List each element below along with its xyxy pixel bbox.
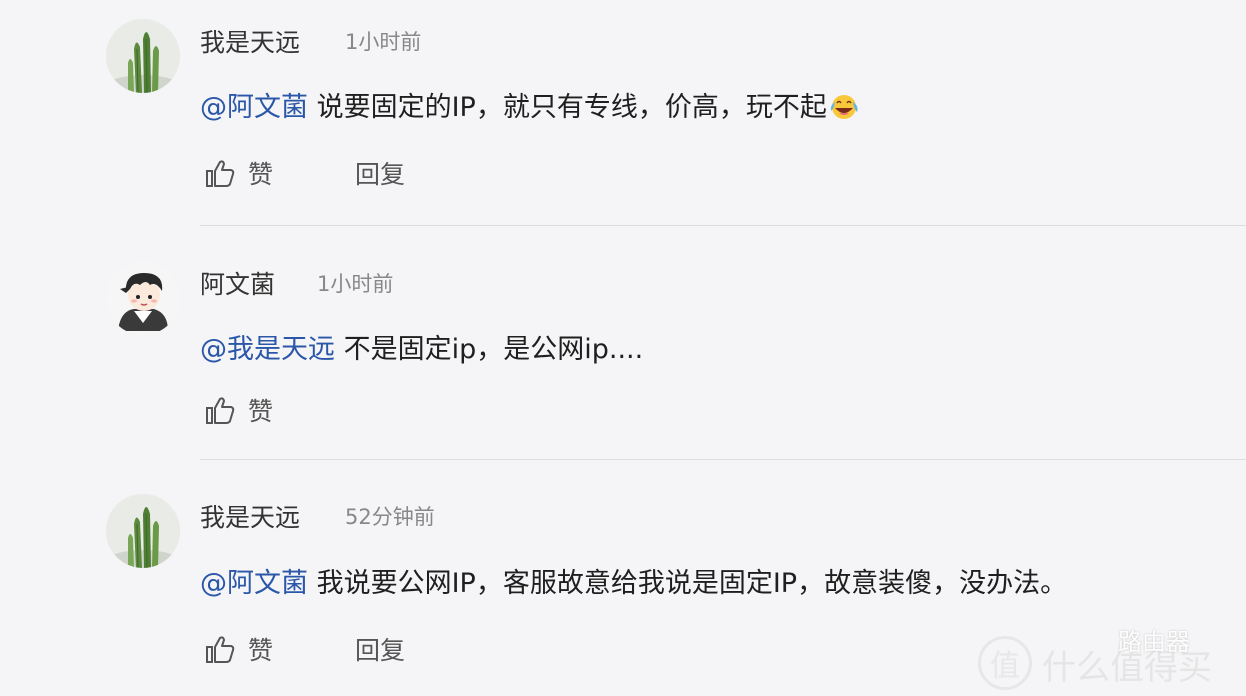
like-label: 赞 <box>248 160 274 189</box>
like-button[interactable]: 赞 <box>204 631 273 667</box>
divider <box>200 459 1246 460</box>
avatar[interactable] <box>106 261 180 335</box>
comment-content: 不是固定ip，是公网ip.... <box>343 334 644 365</box>
like-label: 赞 <box>248 397 274 426</box>
comment-actions: 赞 回复 <box>204 156 405 190</box>
comment-text: @我是天远 不是固定ip，是公网ip.... <box>200 327 643 366</box>
username[interactable]: 我是天远 <box>200 23 300 59</box>
comment-time: 52分钟前 <box>345 505 435 529</box>
comment-text: @阿文菌 我说要公网IP，客服故意给我说是固定IP，故意装傻，没办法。 <box>200 561 1067 600</box>
like-button[interactable]: 赞 <box>204 392 273 428</box>
avatar[interactable] <box>106 19 180 93</box>
mention-link[interactable]: @阿文菌 <box>200 568 308 599</box>
reply-button[interactable]: 回复 <box>355 155 405 191</box>
divider <box>200 225 1246 226</box>
like-button[interactable]: 赞 <box>204 155 273 191</box>
mention-link[interactable]: @阿文菌 <box>200 92 308 123</box>
cactus-avatar-icon <box>106 494 180 568</box>
watermark: 值 什么值得买 路由器 <box>978 626 1238 696</box>
watermark-sub: 路由器 <box>1118 628 1190 656</box>
comment-actions: 赞 <box>204 393 273 427</box>
comment-time: 1小时前 <box>345 30 422 54</box>
comment-text: @阿文菌 说要固定的IP，就只有专线，价高，玩不起 <box>200 85 861 127</box>
cactus-avatar-icon <box>106 19 180 93</box>
thumbs-up-icon <box>206 636 235 663</box>
comment-time: 1小时前 <box>317 272 394 296</box>
comment-content: 我说要公网IP，客服故意给我说是固定IP，故意装傻，没办法。 <box>316 568 1068 599</box>
reply-button[interactable]: 回复 <box>355 631 405 667</box>
comment-content: 说要固定的IP，就只有专线，价高，玩不起 <box>316 92 827 123</box>
mention-link[interactable]: @我是天远 <box>200 334 335 365</box>
watermark-badge-icon: 值 <box>978 636 1032 690</box>
username[interactable]: 我是天远 <box>200 498 300 534</box>
thumbs-up-icon <box>206 397 235 424</box>
username[interactable]: 阿文菌 <box>200 265 275 301</box>
thumbs-up-icon <box>206 160 235 187</box>
comment-actions: 赞 回复 <box>204 632 405 666</box>
laughing-crying-emoji-icon <box>829 92 861 127</box>
like-label: 赞 <box>248 636 274 665</box>
cartoon-boy-avatar-icon <box>106 261 180 335</box>
avatar[interactable] <box>106 494 180 568</box>
